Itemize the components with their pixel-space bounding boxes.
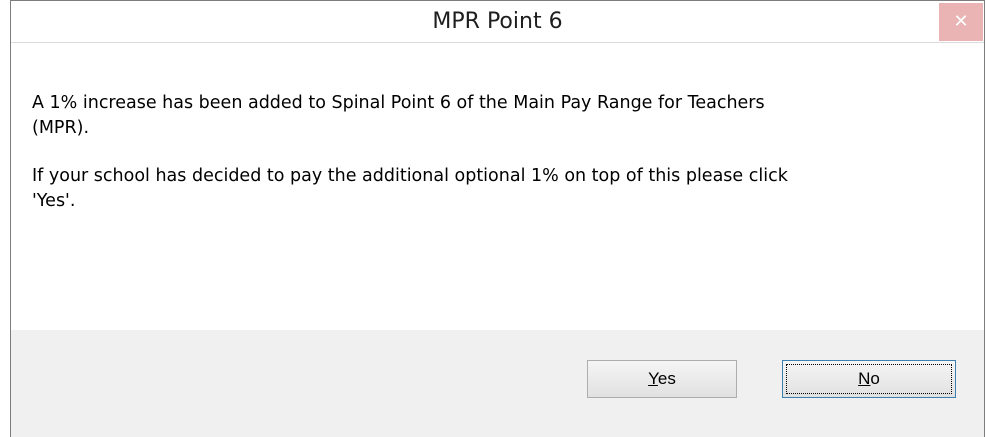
title-bar[interactable]: MPR Point 6 ✕ bbox=[11, 1, 984, 42]
yes-label-rest: es bbox=[657, 369, 676, 388]
message-text: A 1% increase has been added to Spinal P… bbox=[32, 91, 792, 214]
close-icon: ✕ bbox=[953, 11, 969, 32]
yes-button[interactable]: Yes bbox=[587, 360, 737, 398]
focus-rectangle bbox=[786, 364, 952, 394]
close-button[interactable]: ✕ bbox=[939, 3, 983, 41]
dialog-title: MPR Point 6 bbox=[432, 9, 563, 34]
yes-mnemonic: Y bbox=[648, 369, 658, 388]
no-button[interactable]: No bbox=[782, 360, 956, 398]
message-paragraph-2: If your school has decided to pay the ad… bbox=[32, 166, 788, 211]
message-paragraph-1: A 1% increase has been added to Spinal P… bbox=[32, 93, 765, 138]
